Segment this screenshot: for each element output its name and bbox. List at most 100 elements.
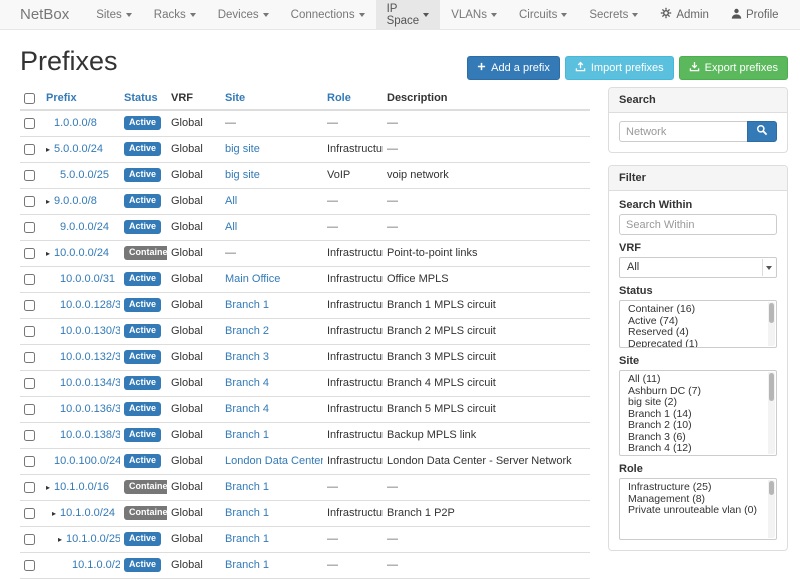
row-checkbox[interactable] — [24, 118, 35, 129]
import-prefixes-button[interactable]: Import prefixes — [565, 56, 674, 80]
filter-option[interactable]: Branch 4 (12) — [620, 443, 766, 455]
site-link[interactable]: Branch 1 — [225, 299, 269, 311]
row-checkbox[interactable] — [24, 482, 35, 493]
scrollbar[interactable] — [768, 480, 775, 538]
search-within-input[interactable] — [619, 214, 777, 235]
filter-option[interactable]: All (11) — [620, 374, 766, 386]
prefix-link[interactable]: 10.0.0.130/31 — [60, 325, 120, 337]
select-all-checkbox[interactable] — [24, 93, 35, 104]
row-checkbox[interactable] — [24, 508, 35, 519]
site-link[interactable]: Branch 1 — [225, 481, 269, 493]
navbar-item-devices[interactable]: Devices — [207, 0, 280, 29]
prefix-link[interactable]: 5.0.0.0/24 — [54, 143, 103, 155]
navbar-item-vlans[interactable]: VLANs — [440, 0, 508, 29]
prefix-link[interactable]: 10.0.0.134/31 — [60, 377, 120, 389]
navbar-item-label: Secrets — [589, 9, 628, 21]
navbar-item-circuits[interactable]: Circuits — [508, 0, 578, 29]
site-link[interactable]: Branch 3 — [225, 351, 269, 363]
column-header-site[interactable]: Site — [225, 92, 245, 104]
site-link[interactable]: Branch 1 — [225, 507, 269, 519]
status-badge: Container — [124, 506, 167, 520]
add-prefix-button[interactable]: Add a prefix — [467, 56, 560, 80]
row-checkbox[interactable] — [24, 352, 35, 363]
prefix-link[interactable]: 10.1.0.0/25 — [66, 533, 120, 545]
prefix-link[interactable]: 10.0.0.0/24 — [54, 247, 109, 259]
admin-link[interactable]: Admin — [649, 0, 720, 29]
table-row: ▸5.0.0.0/25 Active Global big site VoIP … — [20, 163, 590, 189]
site-link[interactable]: big site — [225, 143, 260, 155]
filter-option[interactable]: big site (2) — [620, 397, 766, 409]
site-link[interactable]: Branch 4 — [225, 403, 269, 415]
site-link[interactable]: London Data Center — [225, 455, 323, 467]
site-link[interactable]: Branch 2 — [225, 325, 269, 337]
row-checkbox[interactable] — [24, 222, 35, 233]
row-checkbox[interactable] — [24, 430, 35, 441]
scrollbar-thumb[interactable] — [769, 481, 774, 495]
row-checkbox[interactable] — [24, 196, 35, 207]
row-checkbox[interactable] — [24, 378, 35, 389]
prefix-link[interactable]: 10.1.0.0/26 — [72, 559, 120, 571]
site-cell: big site — [221, 163, 323, 189]
prefix-link[interactable]: 10.1.0.0/16 — [54, 481, 109, 493]
scrollbar-thumb[interactable] — [769, 303, 774, 323]
prefix-link[interactable]: 10.0.0.0/31 — [60, 273, 115, 285]
prefix-link[interactable]: 10.1.0.0/24 — [60, 507, 115, 519]
site-link[interactable]: Main Office — [225, 273, 280, 285]
site-link[interactable]: Branch 1 — [225, 559, 269, 571]
logout-link[interactable]: Log out — [790, 0, 800, 29]
site-link[interactable]: Branch 1 — [225, 429, 269, 441]
row-checkbox[interactable] — [24, 144, 35, 155]
row-checkbox[interactable] — [24, 404, 35, 415]
column-header-prefix[interactable]: Prefix — [46, 92, 77, 104]
navbar-item-racks[interactable]: Racks — [143, 0, 207, 29]
filter-option[interactable]: Infrastructure (25) — [620, 482, 766, 494]
vrf-select[interactable]: All — [619, 257, 777, 278]
scrollbar[interactable] — [768, 302, 775, 346]
prefix-link[interactable]: 10.0.100.0/24 — [54, 455, 120, 467]
status-badge: Active — [124, 194, 161, 208]
navbar-item-sites[interactable]: Sites — [85, 0, 143, 29]
row-checkbox[interactable] — [24, 274, 35, 285]
prefix-link[interactable]: 10.0.0.138/31 — [60, 429, 120, 441]
site-link[interactable]: Branch 1 — [225, 533, 269, 545]
export-prefixes-button[interactable]: Export prefixes — [679, 56, 788, 80]
table-row: ▸10.1.0.0/24 Container Global Branch 1 I… — [20, 501, 590, 527]
row-checkbox[interactable] — [24, 560, 35, 571]
row-checkbox[interactable] — [24, 170, 35, 181]
filter-option[interactable]: Reserved (4) — [620, 327, 766, 339]
navbar-item-secrets[interactable]: Secrets — [578, 0, 649, 29]
site-link[interactable]: All — [225, 195, 237, 207]
column-header-role[interactable]: Role — [327, 92, 351, 104]
filter-option[interactable]: Branch 5 (7) — [620, 455, 766, 457]
column-header-status[interactable]: Status — [124, 92, 158, 104]
profile-link[interactable]: Profile — [720, 0, 790, 29]
row-checkbox[interactable] — [24, 248, 35, 259]
navbar-item-ip-space[interactable]: IP Space — [376, 0, 441, 29]
scrollbar-thumb[interactable] — [769, 373, 774, 401]
scrollbar[interactable] — [768, 372, 775, 454]
row-checkbox[interactable] — [24, 326, 35, 337]
site-link[interactable]: big site — [225, 169, 260, 181]
brand-logo[interactable]: NetBox — [0, 0, 85, 29]
row-checkbox[interactable] — [24, 300, 35, 311]
prefix-link[interactable]: 10.0.0.128/31 — [60, 299, 120, 311]
row-checkbox[interactable] — [24, 534, 35, 545]
search-input[interactable] — [619, 121, 747, 142]
site-filter-list[interactable]: All (11)Ashburn DC (7)big site (2)Branch… — [619, 370, 777, 456]
prefix-link[interactable]: 10.0.0.136/31 — [60, 403, 120, 415]
filter-option[interactable]: Branch 2 (10) — [620, 420, 766, 432]
prefix-link[interactable]: 10.0.0.132/31 — [60, 351, 120, 363]
row-checkbox[interactable] — [24, 456, 35, 467]
role-filter-list[interactable]: Infrastructure (25)Management (8)Private… — [619, 478, 777, 540]
site-link[interactable]: All — [225, 221, 237, 233]
prefix-link[interactable]: 9.0.0.0/24 — [60, 221, 109, 233]
prefix-link[interactable]: 5.0.0.0/25 — [60, 169, 109, 181]
filter-option[interactable]: Container (16) — [620, 304, 766, 316]
status-filter-list[interactable]: Container (16)Active (74)Reserved (4)Dep… — [619, 300, 777, 348]
navbar-item-connections[interactable]: Connections — [280, 0, 376, 29]
filter-option[interactable]: Deprecated (1) — [620, 339, 766, 349]
search-button[interactable] — [747, 121, 777, 142]
prefix-link[interactable]: 1.0.0.0/8 — [54, 117, 97, 129]
site-link[interactable]: Branch 4 — [225, 377, 269, 389]
prefix-link[interactable]: 9.0.0.0/8 — [54, 195, 97, 207]
